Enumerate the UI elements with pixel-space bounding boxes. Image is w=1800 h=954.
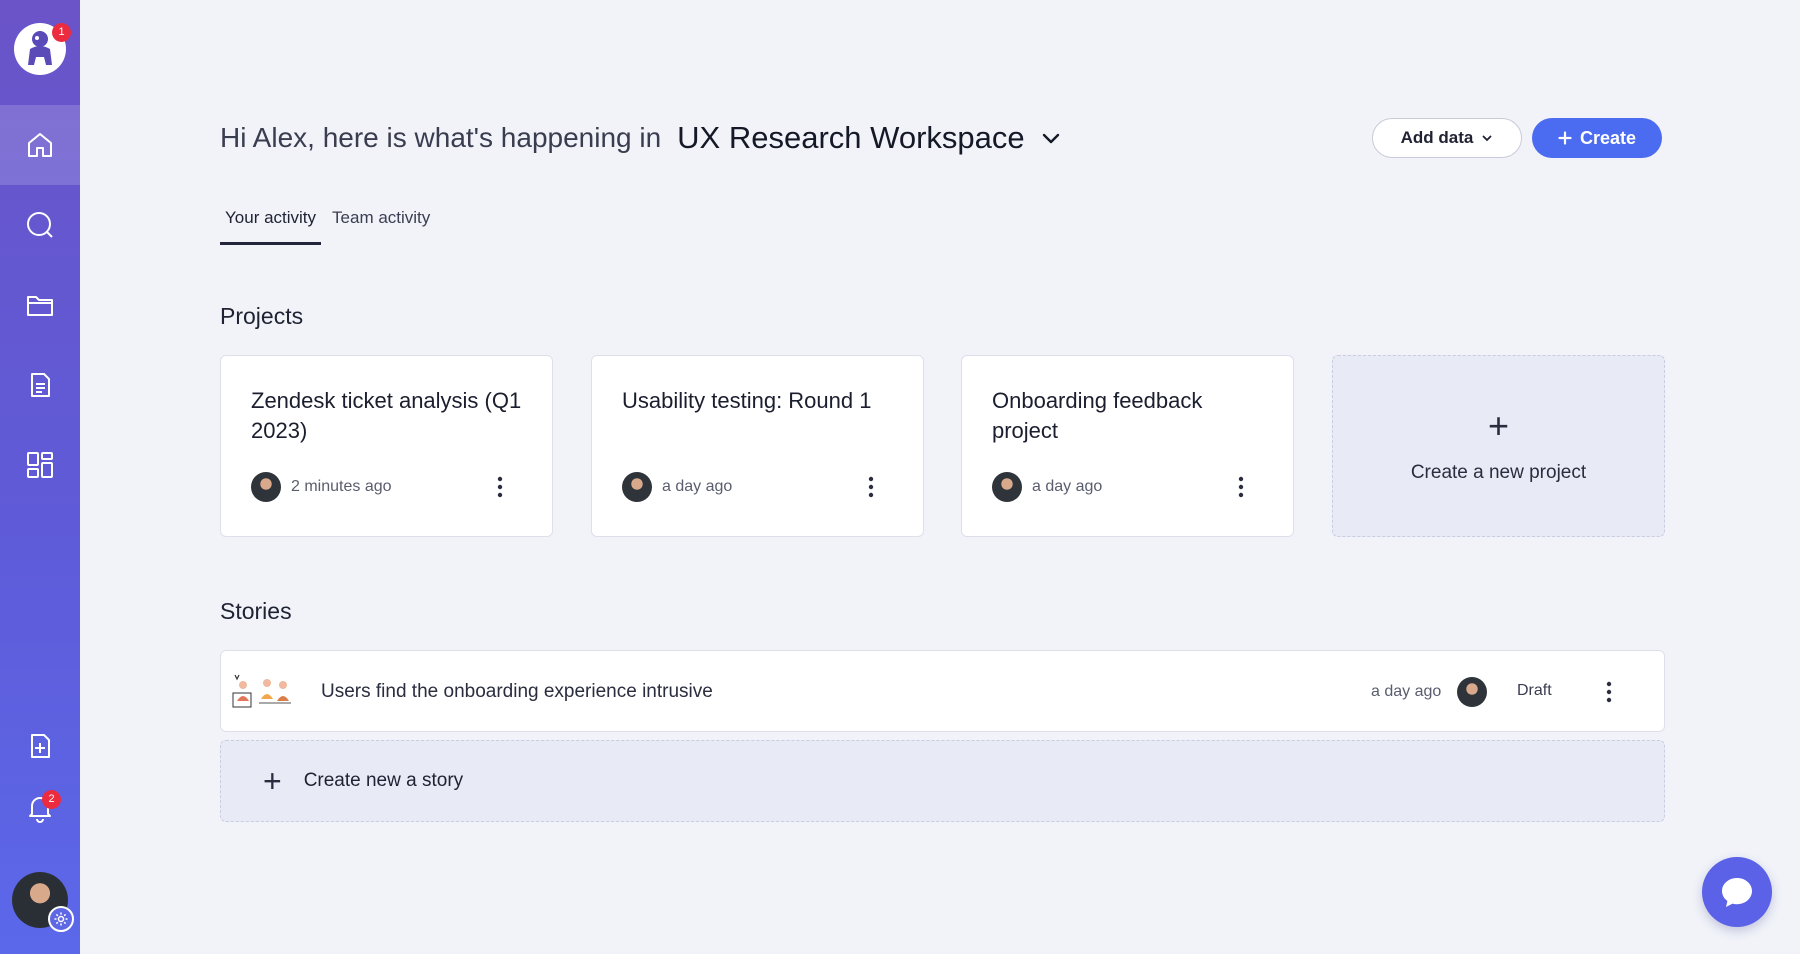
more-options-icon[interactable] <box>1229 472 1253 502</box>
project-title: Onboarding feedback project <box>992 388 1203 443</box>
project-title: Usability testing: Round 1 <box>622 388 872 413</box>
create-project-card[interactable]: + Create a new project <box>1332 355 1665 537</box>
project-card[interactable]: Usability testing: Round 1 a day ago <box>591 355 924 537</box>
sidebar-item-search[interactable] <box>0 185 80 265</box>
story-illustration-icon <box>232 674 291 708</box>
create-button[interactable]: Create <box>1532 118 1662 158</box>
add-document-icon <box>31 734 50 758</box>
avatar <box>251 472 281 502</box>
more-options-icon[interactable] <box>1597 677 1621 707</box>
plus-icon: + <box>263 763 282 799</box>
add-data-button[interactable]: Add data <box>1372 118 1522 158</box>
story-title: Users find the onboarding experience int… <box>321 681 713 702</box>
project-meta: a day ago <box>992 472 1102 502</box>
story-row[interactable]: Users find the onboarding experience int… <box>220 650 1665 732</box>
sidebar-item-home[interactable] <box>0 105 80 185</box>
project-card[interactable]: Onboarding feedback project a day ago <box>961 355 1294 537</box>
more-options-icon[interactable] <box>859 472 883 502</box>
more-options-icon[interactable] <box>488 472 512 502</box>
activity-tabs: Your activity Team activity <box>220 205 441 245</box>
status-badge: Draft <box>1517 682 1552 699</box>
chevron-down-icon[interactable] <box>1039 126 1063 150</box>
plus-icon: + <box>1487 405 1510 446</box>
project-meta: 2 minutes ago <box>251 472 392 502</box>
chevron-down-icon <box>1482 135 1492 142</box>
chat-bubble-icon <box>1722 878 1752 907</box>
tab-your-activity[interactable]: Your activity <box>220 205 322 245</box>
project-title: Zendesk ticket analysis (Q1 2023) <box>251 388 522 443</box>
project-time: a day ago <box>1032 478 1103 495</box>
user-avatar[interactable] <box>12 872 74 932</box>
notifications-badge: 2 <box>42 790 61 809</box>
greeting-text: Hi Alex, here is what's happening in <box>220 122 662 153</box>
sidebar-item-docs[interactable] <box>0 345 80 425</box>
sidebar-item-notifications[interactable]: 2 <box>0 768 80 848</box>
chat-button[interactable] <box>1702 857 1772 927</box>
avatar <box>992 472 1022 502</box>
project-time: a day ago <box>662 478 733 495</box>
projects-heading: Projects <box>220 303 304 329</box>
avatar <box>1457 677 1487 707</box>
gear-icon[interactable] <box>48 906 74 932</box>
workspace-switcher[interactable]: UX Research Workspace <box>677 120 1024 156</box>
page-title: Hi Alex, here is what's happening in UX … <box>220 120 1063 156</box>
document-icon <box>31 373 50 397</box>
project-time: 2 minutes ago <box>291 478 392 495</box>
project-card[interactable]: Zendesk ticket analysis (Q1 2023) 2 minu… <box>220 355 553 537</box>
sidebar-item-templates[interactable] <box>0 425 80 505</box>
folder-icon <box>27 296 53 316</box>
sidebar-item-folders[interactable] <box>0 265 80 345</box>
plus-icon <box>1558 131 1572 145</box>
create-story-label: Create new a story <box>303 770 464 791</box>
layout-icon <box>27 452 53 478</box>
add-data-label: Add data <box>1400 128 1474 147</box>
search-icon <box>27 212 53 238</box>
create-label: Create <box>1579 127 1637 148</box>
create-project-label: Create a new project <box>1410 462 1587 483</box>
story-time: a day ago <box>1371 683 1442 700</box>
home-icon <box>28 133 52 157</box>
sidebar: 1 2 <box>0 0 80 954</box>
project-meta: a day ago <box>622 472 732 502</box>
create-story-row[interactable]: + Create new a story <box>220 740 1665 822</box>
avatar <box>622 472 652 502</box>
workspace-logo[interactable]: 1 <box>14 23 71 75</box>
tab-team-activity[interactable]: Team activity <box>327 205 435 245</box>
logo-badge: 1 <box>52 23 71 42</box>
stories-heading: Stories <box>220 598 292 624</box>
